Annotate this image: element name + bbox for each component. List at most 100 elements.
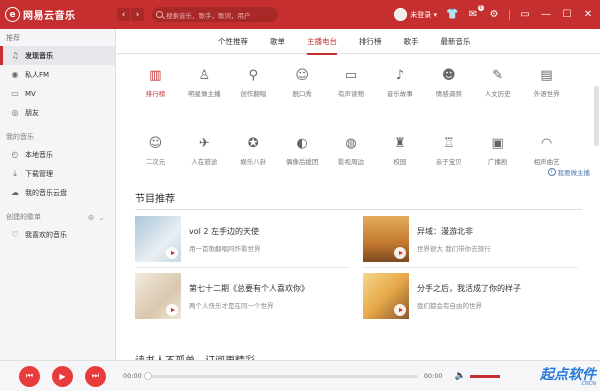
category-item[interactable]: ▤ 外语世界 [522,65,571,133]
category-label: 偶像后援团 [285,158,319,166]
sidebar-item-icon: ♡ [11,230,19,239]
sidebar-item-label: 私人FM [25,70,50,79]
forward-button[interactable]: › [131,8,144,21]
category-icon: ♖ [442,135,455,151]
back-button[interactable]: ‹ [117,8,130,21]
tab[interactable]: 歌手 [404,29,419,54]
sidebar: 推荐 ♫ 发现音乐 ◉ 私人FM ▭ MV ◎ 朋友 我的音乐 ◴ 本地音乐 ⤓ 下载管理 ☁ 我的音乐云盘创… [0,29,116,360]
program-thumbnail [135,216,181,262]
sidebar-item[interactable]: ▭ MV [0,84,115,103]
sidebar-item-icon: ⤓ [13,168,17,178]
play-icon[interactable] [166,247,178,259]
tab[interactable]: 主播电台 [307,29,337,55]
program-item[interactable]: 第七十二期《总要有个人喜欢你》 两个人快乐才是在同一个世界 [135,273,350,319]
current-time: 00:00 [123,372,142,380]
category-label: 音乐故事 [386,90,413,98]
tab[interactable]: 歌单 [270,29,285,54]
app-window: e 网易云音乐 ‹ › 搜索音乐，歌手，歌词，用户 未登录 ▾ 👕 ✉ 6 ⚙ ▭… [0,0,600,391]
category-item[interactable]: ◍ 影视周边 [327,133,376,173]
tab[interactable]: 最新音乐 [441,29,471,54]
chevron-right-icon: › [135,9,140,20]
category-item[interactable]: ✪ 娱乐八卦 [229,133,278,173]
add-playlist-icon[interactable]: ⊕ [88,213,95,222]
category-item[interactable]: ▭ 有声读物 [327,65,376,133]
tab[interactable]: 个性推荐 [218,29,248,54]
category-icon: ♙ [198,67,211,83]
play-button[interactable]: ▶ [52,365,73,387]
category-item[interactable]: ⚲ 创作翻唱 [229,65,278,133]
app-logo[interactable]: e 网易云音乐 [5,7,111,22]
mail-icon[interactable]: ✉ 6 [467,5,484,20]
app-title: 网易云音乐 [23,11,76,22]
tab[interactable]: 排行榜 [359,29,382,54]
category-item[interactable]: ◐ 偶像后援团 [278,133,327,173]
search-input[interactable]: 搜索音乐，歌手，歌词，用户 [152,7,278,22]
category-item[interactable]: ▣ 广播剧 [473,133,522,173]
next-button[interactable]: ⏭ [85,365,106,387]
category-item[interactable]: ☺ 脱口秀 [278,65,327,133]
play-icon[interactable] [166,304,178,316]
category-icon: ♜ [394,135,406,151]
previous-button[interactable]: ⏮ [19,365,40,387]
chevron-left-icon: ‹ [121,9,126,20]
mini-mode-icon[interactable]: ▭ [519,9,531,20]
category-label: 亲子宝贝 [435,158,462,166]
category-icon: ✈ [198,135,210,151]
category-icon: ✪ [247,135,259,151]
play-icon[interactable] [394,247,406,259]
category-label: 脱口秀 [292,90,312,98]
progress-knob[interactable] [143,371,152,380]
title-bar: e 网易云音乐 ‹ › 搜索音乐，歌手，歌词，用户 未登录 ▾ 👕 ✉ 6 ⚙ ▭… [0,0,600,29]
program-title: 分手之后，我活成了你的样子 [417,284,521,293]
category-item[interactable]: ☺ 二次元 [131,133,180,173]
program-item[interactable]: 分手之后，我活成了你的样子 我们都会有自由的世界 [363,273,578,319]
volume-icon[interactable]: 🔈 [454,371,465,381]
category-item[interactable]: ♖ 亲子宝贝 [424,133,473,173]
progress-slider[interactable] [143,371,418,380]
category-item[interactable]: ✈ 人在旅途 [180,133,229,173]
category-label: 娱乐八卦 [240,158,267,166]
play-icon[interactable] [394,304,406,316]
search-icon [156,11,163,18]
chevron-down-icon[interactable]: ⌄ [98,213,105,222]
login-label: 未登录 ▾ [410,10,437,19]
scrollbar[interactable] [594,86,599,146]
tab-bar: 个性推荐 歌单 主播电台 排行榜 歌手 最新音乐 [117,29,600,55]
message-badge: 6 [477,5,484,11]
category-item[interactable]: ✎ 人文历史 [473,65,522,133]
category-icon: ⚲ [248,67,258,83]
category-item[interactable]: ♜ 校园 [375,133,424,173]
category-label: 人在旅途 [191,158,218,166]
info-icon: i [547,168,556,176]
category-item[interactable]: ♪ 音乐故事 [375,65,424,133]
maximize-icon[interactable]: ☐ [561,9,573,20]
minimize-icon[interactable]: — [540,9,552,20]
volume-slider[interactable] [469,374,500,378]
sidebar-item[interactable]: ♫ 发现音乐 [0,46,115,65]
category-icon: ✎ [492,67,504,83]
sidebar-item[interactable]: ◎ 朋友 [0,103,115,122]
close-icon[interactable]: ✕ [582,9,594,20]
category-icon: ☺ [148,135,163,151]
gear-icon[interactable]: ⚙ [488,9,500,20]
sidebar-item[interactable]: ♡ 我喜欢的音乐 [0,225,115,244]
program-item[interactable]: 异域：漫游北非 世界很大 我们带你去旅行 [363,216,578,262]
become-host-link[interactable]: i 我要做主播 [547,167,590,177]
category-item[interactable]: ♙ 明星做主播 [180,65,229,133]
program-item[interactable]: vol 2 左手边的天使 用一首歌翻唱阿炸看世界 [135,216,350,262]
login-button[interactable]: 未登录 ▾ [394,8,437,21]
category-label: 排行榜 [145,90,166,98]
sidebar-item[interactable]: ◴ 本地音乐 [0,145,115,164]
category-item[interactable]: ▥ 排行榜 [131,65,180,133]
category-item[interactable]: ☻ 情感调频 [424,65,473,133]
sidebar-item[interactable]: ☁ 我的音乐云盘 [0,183,115,202]
category-icon: ▭ [344,67,358,83]
sidebar-section-title: 我的音乐 [0,128,115,145]
skin-icon[interactable]: 👕 [446,9,458,20]
sidebar-item[interactable]: ⤓ 下载管理 [0,164,115,183]
sidebar-item[interactable]: ◉ 私人FM [0,65,115,84]
category-icon: ☺ [295,67,309,83]
subscribe-section-title: 读书人不孤单 - 订阅更精彩 [135,352,255,360]
category-icon: ▥ [149,67,162,83]
sidebar-item-label: 朋友 [25,108,39,117]
